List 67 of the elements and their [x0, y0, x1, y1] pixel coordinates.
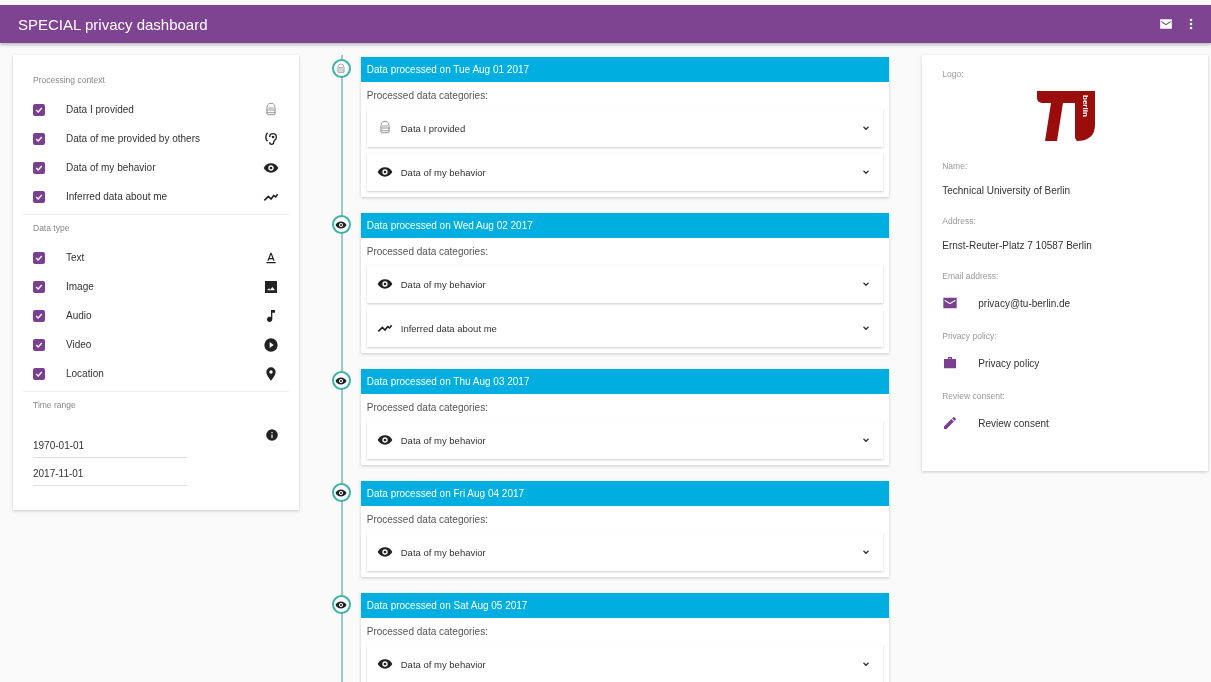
event-subtitle: Processed data categories:	[366, 90, 489, 101]
eye-icon	[376, 544, 393, 560]
pencil-icon	[942, 415, 959, 431]
event-subtitle: Processed data categories:	[366, 246, 489, 257]
field-label: Address:	[942, 216, 977, 226]
play-icon	[262, 336, 279, 353]
section-heading: Data type	[32, 222, 71, 235]
checkbox[interactable]	[33, 132, 45, 145]
link[interactable]: Privacy policy	[978, 357, 1040, 369]
field-value: Ernst-Reuter-Platz 7 10587 Berlin	[942, 240, 1093, 251]
checkbox[interactable]	[33, 161, 45, 174]
field-value: Technical University of Berlin	[942, 185, 1072, 196]
filter-label: Image	[66, 281, 95, 292]
mail-icon	[942, 295, 959, 311]
category-panel[interactable]: Data of my behavior	[366, 645, 884, 682]
category-panel[interactable]: Data of my behavior	[366, 153, 884, 191]
category-panel[interactable]: Data of my behavior	[366, 265, 884, 303]
info-icon[interactable]	[264, 428, 279, 442]
eye-icon	[376, 276, 393, 292]
section-heading: Time range	[32, 399, 77, 412]
ear-icon	[262, 130, 279, 147]
event-subtitle: Processed data categories:	[366, 514, 489, 525]
filter-label: Location	[66, 368, 105, 379]
category-panel[interactable]: Data of my behavior	[366, 421, 884, 459]
section-heading: Processing context	[32, 74, 106, 87]
field-label: Review consent:	[942, 391, 1006, 401]
category-panel[interactable]: Data of my behavior	[366, 533, 884, 571]
category-panel[interactable]: Data I provided	[366, 109, 884, 147]
field-label: Name:	[942, 161, 969, 171]
event-title: Data processed on Wed Aug 02 2017	[360, 213, 890, 238]
event-subtitle: Processed data categories:	[366, 626, 489, 637]
filter-label: Data of my behavior	[66, 162, 157, 173]
event-subtitle: Processed data categories:	[366, 402, 489, 413]
event-title: Data processed on Fri Aug 04 2017	[360, 481, 890, 506]
event-title: Data processed on Thu Aug 03 2017	[360, 369, 890, 394]
checkbox[interactable]	[33, 103, 45, 116]
field-label: Email address:	[942, 271, 1000, 281]
university-logo: berlin	[1029, 89, 1102, 143]
filter-label: Video	[66, 339, 93, 350]
date-field[interactable]: 2017-11-01	[33, 462, 187, 486]
image-icon	[262, 278, 279, 295]
checkbox[interactable]	[33, 251, 45, 264]
eye-icon	[376, 164, 393, 180]
checkbox[interactable]	[33, 190, 45, 203]
link[interactable]: privacy@tu-berlin.de	[978, 297, 1071, 309]
checkbox[interactable]	[33, 309, 45, 322]
eye-icon	[376, 432, 393, 448]
category-panel[interactable]: Inferred data about me	[366, 309, 884, 347]
filter-label: Inferred data about me	[66, 191, 169, 202]
date-field[interactable]: 1970-01-01	[33, 434, 187, 458]
filter-label: Data of me provided by others	[66, 133, 201, 144]
checkbox[interactable]	[33, 367, 45, 380]
event-title: Data processed on Tue Aug 01 2017	[360, 57, 890, 82]
app-title: SPECIAL privacy dashboard	[18, 15, 209, 33]
eye-icon	[376, 656, 393, 672]
checkbox[interactable]	[33, 338, 45, 351]
mail-icon	[1159, 18, 1173, 30]
filter-label: Text	[66, 252, 86, 263]
more-icon	[1189, 18, 1193, 30]
filter-label: Audio	[66, 310, 93, 321]
briefcase-icon	[942, 355, 959, 371]
event-title: Data processed on Sat Aug 05 2017	[360, 593, 890, 618]
link[interactable]: Review consent	[978, 417, 1049, 429]
checkbox[interactable]	[33, 280, 45, 293]
filter-label: Data I provided	[66, 104, 135, 115]
field-label: Logo:	[942, 69, 965, 79]
field-label: Privacy policy:	[942, 331, 998, 341]
